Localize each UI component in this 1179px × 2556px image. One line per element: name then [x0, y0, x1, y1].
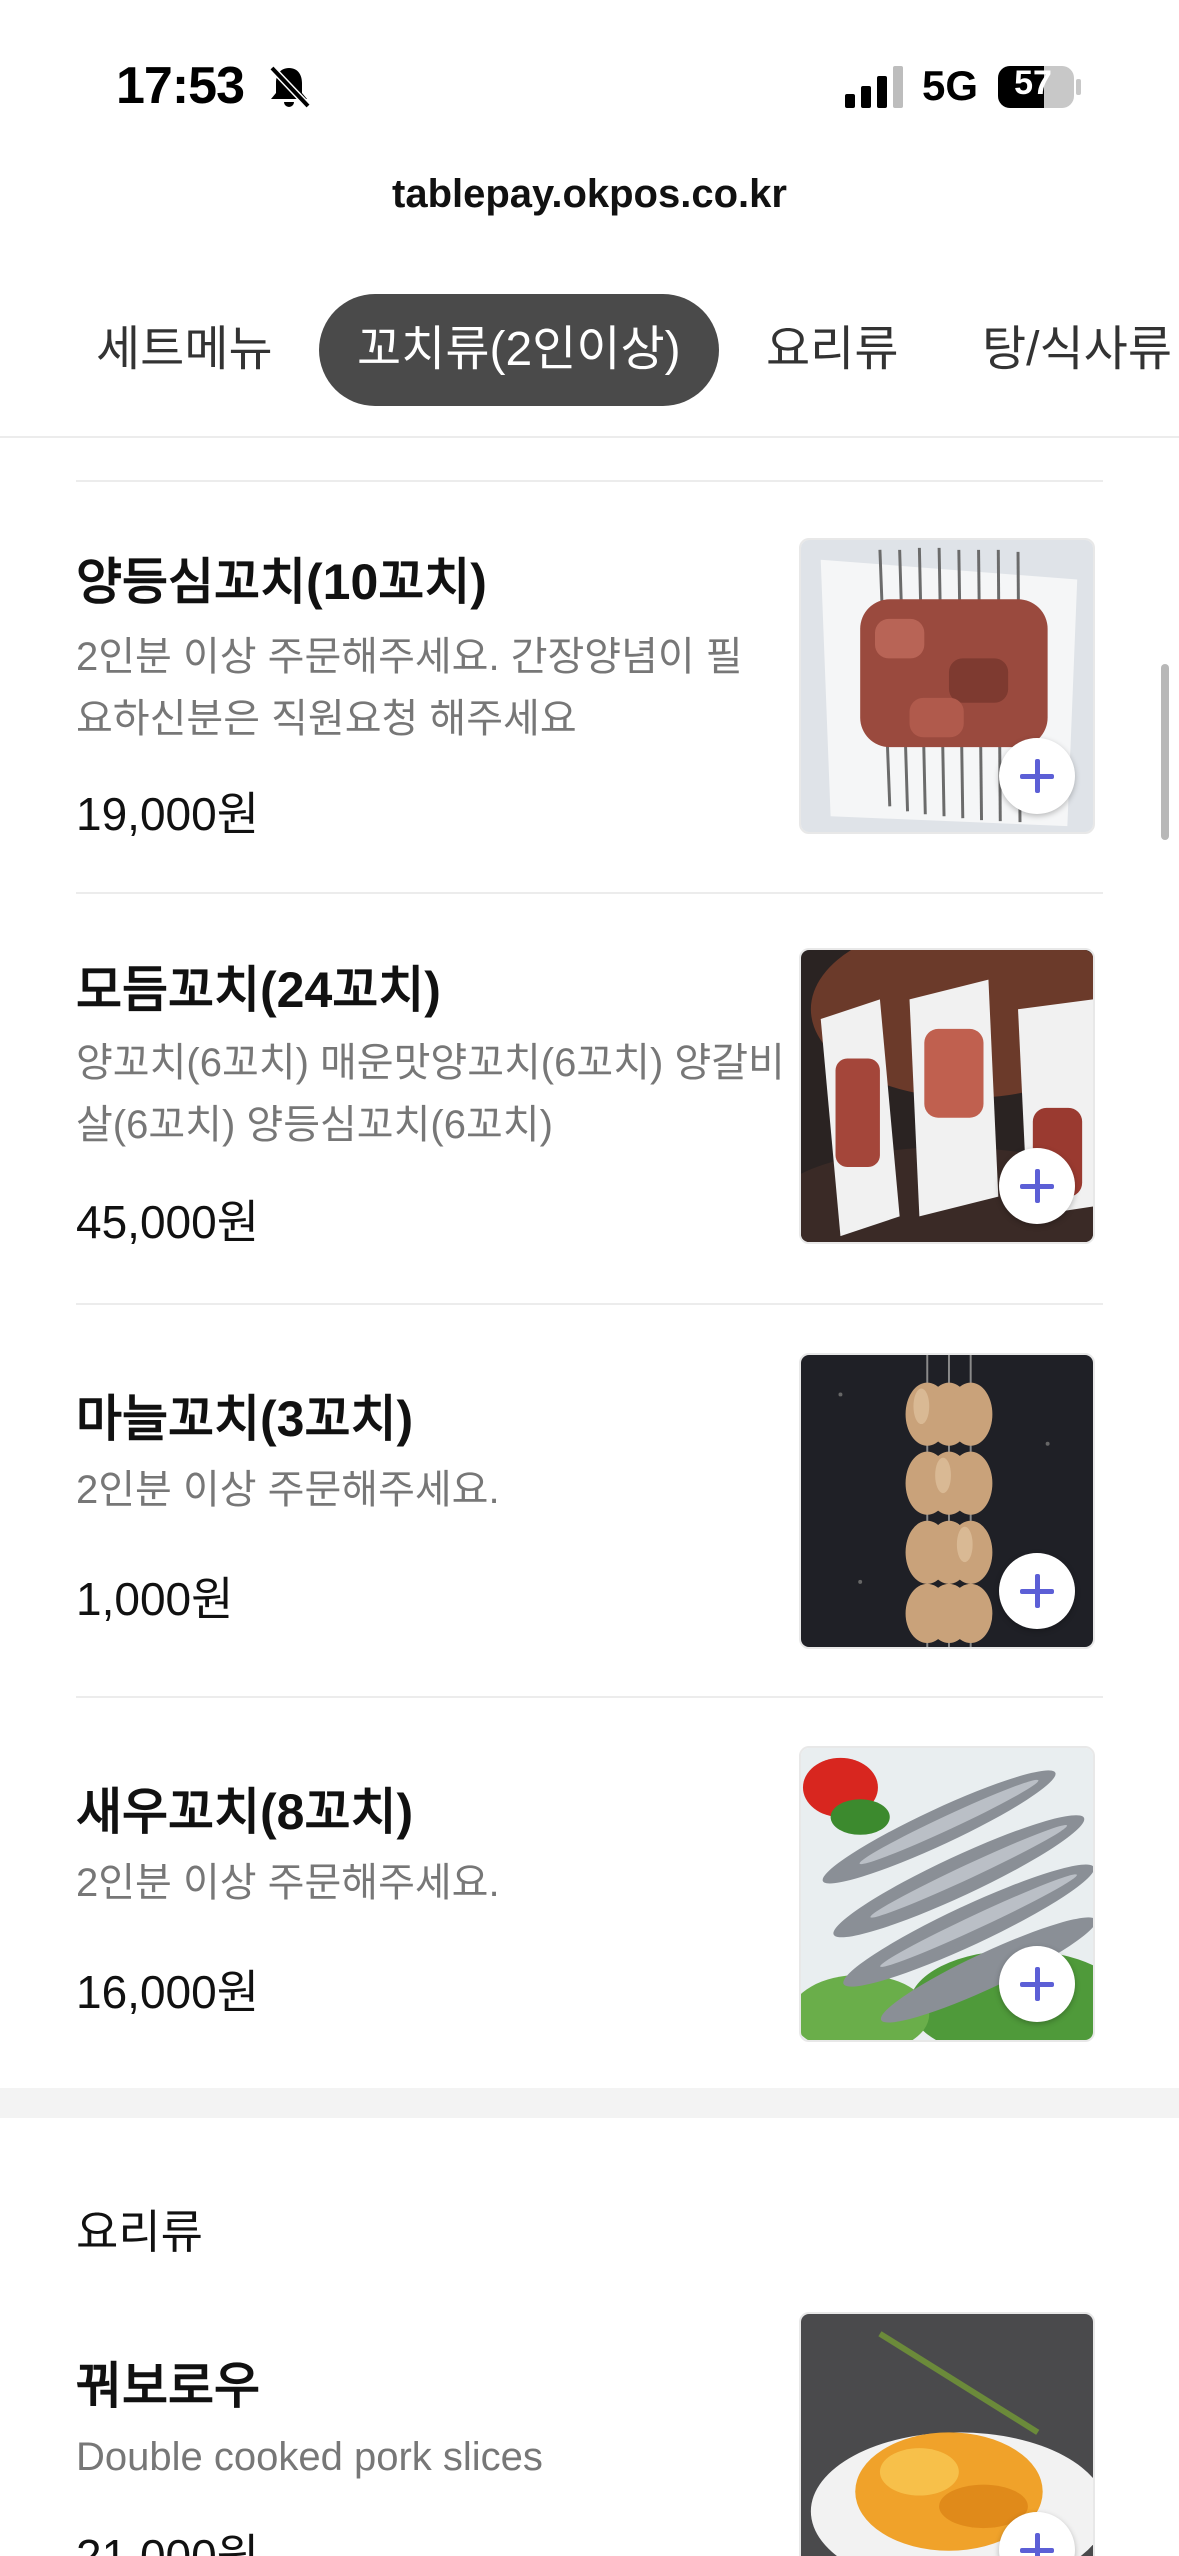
menu-item-description: 2인분 이상 주문해주세요. 간장양념이 필요하신분은 직원요청 해주세요 [76, 635, 743, 741]
pork-dish-photo [799, 2312, 1095, 2556]
status-bar: 17:53 5G 57 [0, 0, 1179, 150]
tab-skewers[interactable]: 꼬치류(2인이상) [319, 294, 719, 406]
scrollbar[interactable] [1161, 664, 1169, 840]
battery-level: 57 [1014, 64, 1052, 102]
menu-item[interactable]: 모듬꼬치(24꼬치) 양꼬치(6꼬치) 매운맛양꼬치(6꼬치) 양갈비살(6꼬치… [76, 892, 1103, 1303]
bell-slash-icon [269, 65, 311, 109]
shrimp-skewers-photo [799, 1746, 1095, 2042]
section-separator [0, 2088, 1179, 2118]
menu-item[interactable]: 양등심꼬치(10꼬치) 2인분 이상 주문해주세요. 간장양념이 필요하신분은 … [76, 480, 1103, 892]
add-to-cart-button[interactable] [999, 1148, 1075, 1224]
tab-soup-meals[interactable]: 탕/식사류 [982, 294, 1172, 406]
menu-item-name: 모듬꼬치(24꼬치) [76, 962, 441, 1018]
section-title: 요리류 [76, 2206, 203, 2258]
status-time: 17:53 [116, 57, 245, 115]
add-to-cart-button[interactable] [999, 1946, 1075, 2022]
signal-strength-icon [845, 66, 903, 108]
menu-item-price: 1,000원 [76, 1573, 234, 1625]
menu-item-name: 양등심꼬치(10꼬치) [76, 554, 487, 610]
menu-item[interactable]: 새우꼬치(8꼬치) 2인분 이상 주문해주세요. 16,000원 [76, 1696, 1103, 2088]
menu-item-price: 21,000원 [76, 2530, 260, 2556]
menu-item-name: 마늘꼬치(3꼬치) [76, 1391, 414, 1447]
menu-item-price: 45,000원 [76, 1196, 260, 1248]
assorted-skewers-photo [799, 948, 1095, 1244]
menu-item-description: 양꼬치(6꼬치) 매운맛양꼬치(6꼬치) 양갈비살(6꼬치) 양등심꼬치(6꼬치… [76, 1041, 785, 1147]
menu-item[interactable]: 마늘꼬치(3꼬치) 2인분 이상 주문해주세요. 1,000원 [76, 1303, 1103, 1696]
garlic-skewers-photo [799, 1353, 1095, 1649]
url-label[interactable]: tablepay.okpos.co.kr [0, 172, 1179, 217]
tabs-divider [0, 436, 1179, 438]
add-to-cart-button[interactable] [999, 1553, 1075, 1629]
lamb-loin-skewers-photo [799, 538, 1095, 834]
menu-item-description: 2인분 이상 주문해주세요. [76, 1468, 500, 1512]
network-type: 5G [922, 62, 979, 109]
tab-set-menu[interactable]: 세트메뉴 [96, 294, 273, 406]
menu-item-price: 19,000원 [76, 788, 260, 840]
tab-dishes[interactable]: 요리류 [766, 294, 898, 406]
menu-item-price: 16,000원 [76, 1966, 260, 2018]
menu-item[interactable]: 꿔보로우 Double cooked pork slices 21,000원 [76, 2270, 1103, 2556]
menu-item-name: 꿔보로우 [76, 2358, 260, 2414]
add-to-cart-button[interactable] [999, 738, 1075, 814]
category-tabs: 세트메뉴 꼬치류(2인이상) 요리류 탕/식사류 [0, 290, 1179, 410]
menu-item-description: 2인분 이상 주문해주세요. [76, 1861, 500, 1905]
menu-item-description: Double cooked pork slices [76, 2435, 543, 2479]
menu-item-name: 새우꼬치(8꼬치) [76, 1784, 414, 1840]
